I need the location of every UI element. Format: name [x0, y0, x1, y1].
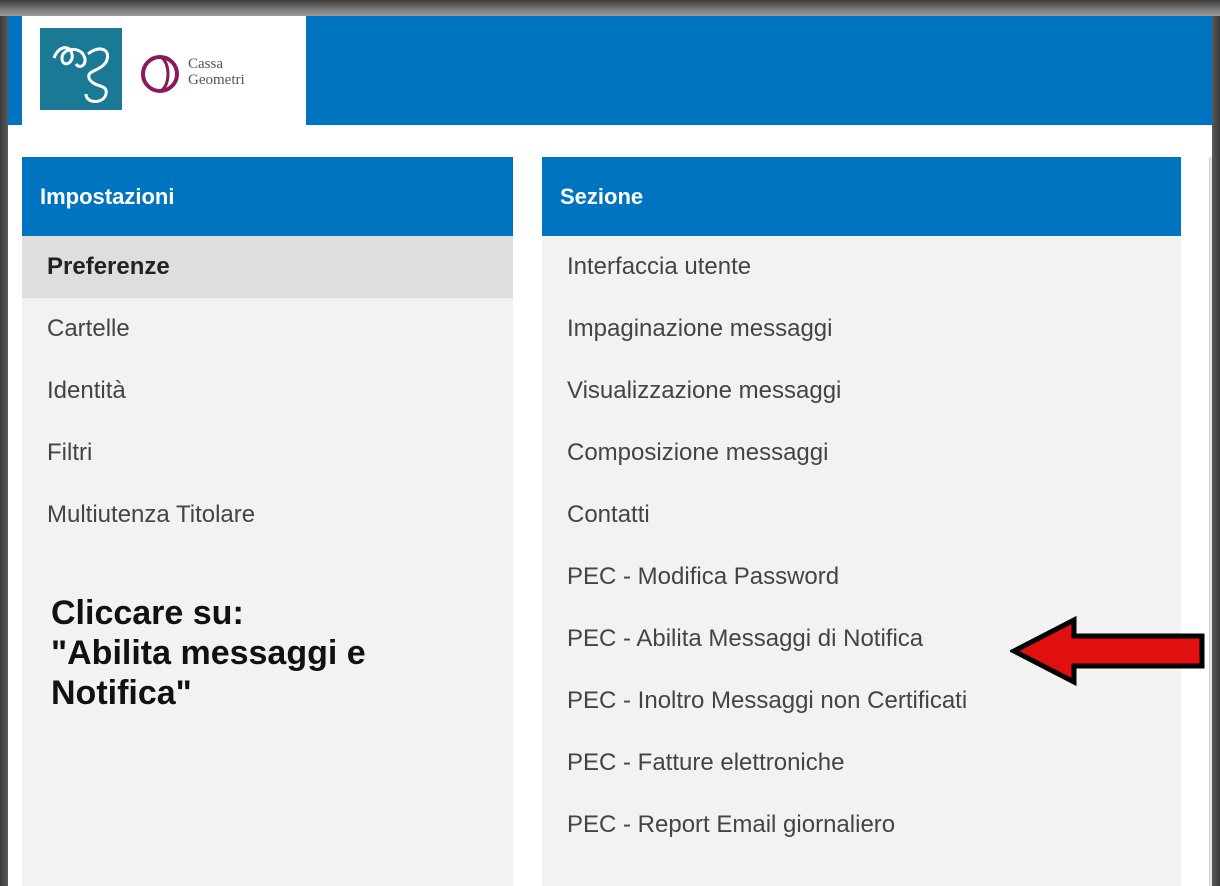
section-item-pec-modifica-password[interactable]: PEC - Modifica Password — [542, 546, 1181, 608]
settings-item-identita[interactable]: Identità — [22, 360, 513, 422]
settings-item-cartelle[interactable]: Cartelle — [22, 298, 513, 360]
app-header: Cassa Geometri — [8, 16, 1212, 125]
logo-circle-icon — [140, 52, 184, 96]
logo-text-line1: Cassa — [188, 56, 223, 72]
section-item-pec-report-email[interactable]: PEC - Report Email giornaliero — [542, 794, 1181, 856]
section-panel-title: Sezione — [542, 157, 1181, 236]
section-item-impaginazione-messaggi[interactable]: Impaginazione messaggi — [542, 298, 1181, 360]
logo-mark-icon — [40, 28, 122, 110]
settings-item-multiutenza-titolare[interactable]: Multiutenza Titolare — [22, 484, 513, 546]
section-item-contatti[interactable]: Contatti — [542, 484, 1181, 546]
settings-item-filtri[interactable]: Filtri — [22, 422, 513, 484]
right-panel-edge — [1209, 157, 1212, 886]
instruction-line1: Cliccare su: — [51, 594, 244, 632]
section-item-interfaccia-utente[interactable]: Interfaccia utente — [542, 236, 1181, 298]
section-item-composizione-messaggi[interactable]: Composizione messaggi — [542, 422, 1181, 484]
logo[interactable]: Cassa Geometri — [22, 16, 306, 125]
settings-panel: Impostazioni Preferenze Cartelle Identit… — [22, 157, 513, 886]
section-item-pec-fatture-elettroniche[interactable]: PEC - Fatture elettroniche — [542, 732, 1181, 794]
window-frame-top — [0, 0, 1220, 16]
logo-text: Cassa Geometri — [188, 56, 308, 88]
section-panel: Sezione Interfaccia utente Impaginazione… — [542, 157, 1181, 886]
settings-panel-title: Impostazioni — [22, 157, 513, 236]
red-arrow-left-icon — [1008, 615, 1206, 691]
section-item-visualizzazione-messaggi[interactable]: Visualizzazione messaggi — [542, 360, 1181, 422]
settings-item-preferenze[interactable]: Preferenze — [22, 236, 513, 298]
instruction-line3: Notifica" — [51, 674, 192, 712]
logo-text-line2: Geometri — [188, 72, 245, 88]
page: Cassa Geometri Impostazioni Preferenze C… — [8, 16, 1212, 886]
instruction-line2: "Abilita messaggi e — [51, 634, 366, 672]
instruction-annotation: Cliccare su: "Abilita messaggi e Notific… — [51, 593, 511, 713]
